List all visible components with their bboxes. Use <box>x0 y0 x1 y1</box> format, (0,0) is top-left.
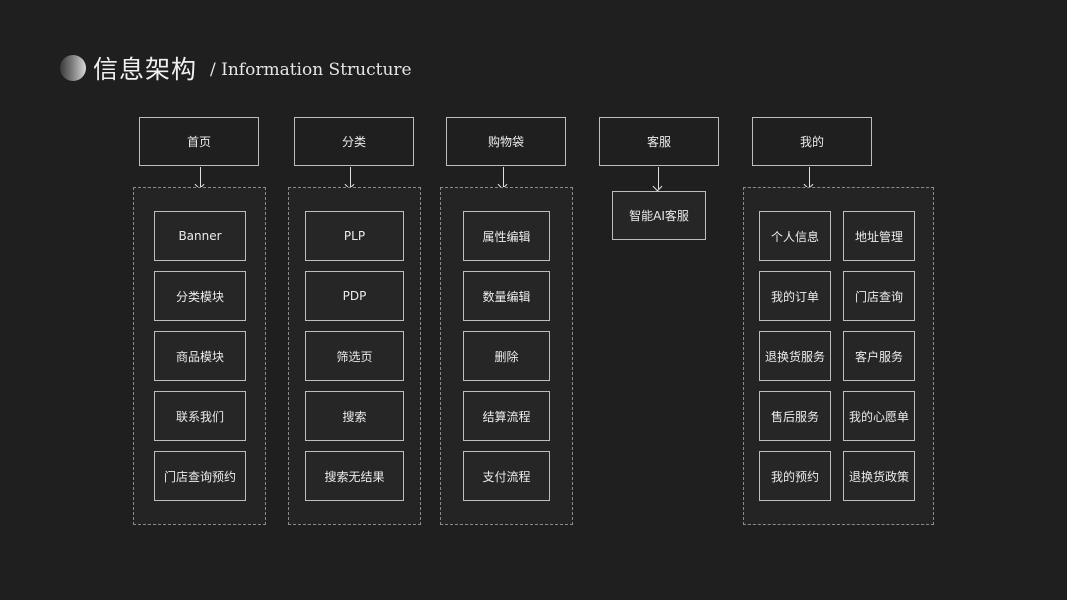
arrow-service <box>658 167 659 189</box>
column-header-home: 首页 <box>139 117 259 166</box>
node-home-contact-us: 联系我们 <box>154 391 246 441</box>
node-home-banner: Banner <box>154 211 246 261</box>
node-bag-payment: 支付流程 <box>463 451 550 501</box>
node-category-filter: 筛选页 <box>305 331 404 381</box>
node-category-plp: PLP <box>305 211 404 261</box>
arrow-category <box>350 167 351 187</box>
node-mine-address: 地址管理 <box>843 211 915 261</box>
node-bag-delete: 删除 <box>463 331 550 381</box>
node-home-store-booking: 门店查询预约 <box>154 451 246 501</box>
node-category-search-empty: 搜索无结果 <box>305 451 404 501</box>
node-bag-attr-edit: 属性编辑 <box>463 211 550 261</box>
arrow-home <box>200 167 201 187</box>
node-mine-store-query: 门店查询 <box>843 271 915 321</box>
node-mine-after-sales: 售后服务 <box>759 391 831 441</box>
arrow-mine <box>809 167 810 187</box>
column-header-category: 分类 <box>294 117 414 166</box>
page-title-en: / Information Structure <box>210 60 412 80</box>
node-mine-customer-service: 客户服务 <box>843 331 915 381</box>
node-home-product-module: 商品模块 <box>154 331 246 381</box>
column-header-service: 客服 <box>599 117 719 166</box>
node-category-pdp: PDP <box>305 271 404 321</box>
node-home-category-module: 分类模块 <box>154 271 246 321</box>
node-mine-appointments: 我的预约 <box>759 451 831 501</box>
column-header-mine: 我的 <box>752 117 872 166</box>
title-logo-mark <box>60 55 86 81</box>
node-mine-profile: 个人信息 <box>759 211 831 261</box>
node-bag-qty-edit: 数量编辑 <box>463 271 550 321</box>
node-mine-return-service: 退换货服务 <box>759 331 831 381</box>
node-category-search: 搜索 <box>305 391 404 441</box>
node-mine-wishlist: 我的心愿单 <box>843 391 915 441</box>
node-mine-return-policy: 退换货政策 <box>843 451 915 501</box>
column-header-bag: 购物袋 <box>446 117 566 166</box>
node-service-ai: 智能AI客服 <box>612 191 706 240</box>
page-title-cn: 信息架构 <box>93 55 198 84</box>
arrow-bag <box>503 167 504 187</box>
node-bag-checkout: 结算流程 <box>463 391 550 441</box>
node-mine-orders: 我的订单 <box>759 271 831 321</box>
